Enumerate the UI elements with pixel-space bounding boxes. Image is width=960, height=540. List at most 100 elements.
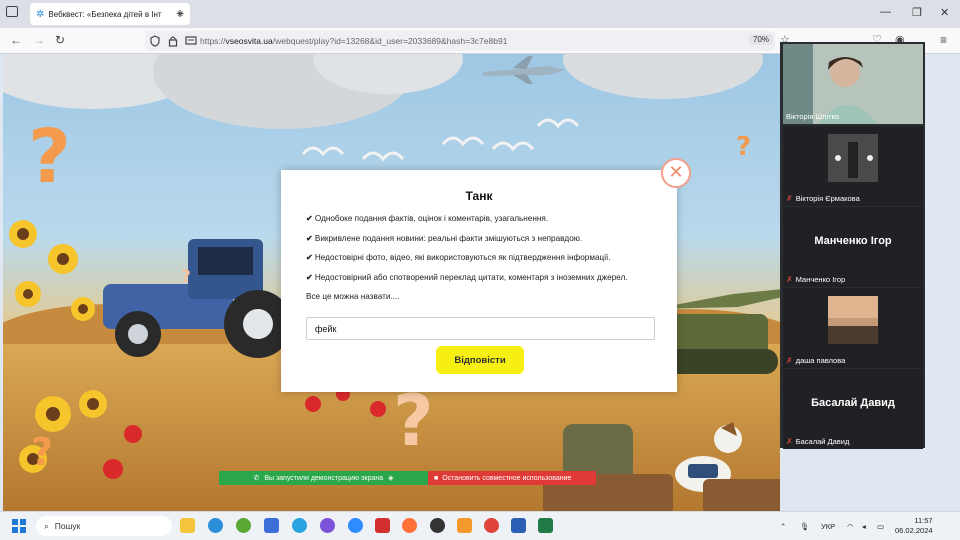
taskbar-clock[interactable]: 11:57 06.02.2024 [895, 516, 933, 536]
statement-text: Недостовірні фото, відео, які використов… [314, 253, 611, 262]
url-path: /webquest/play?id=13268&id_user=2033689&… [272, 36, 508, 46]
participant-name-text: Вікторія Єрмакова [795, 194, 860, 203]
muted-mic-icon: ✗ [786, 356, 793, 365]
participant-display-name: Манченко Ігор [814, 235, 892, 247]
checkmark-icon: ✔ [306, 233, 313, 243]
edge-icon[interactable] [208, 518, 223, 533]
windows-start-icon[interactable] [12, 519, 26, 533]
stop-sharing-button[interactable]: ■ Остановить совместное использование [428, 471, 596, 485]
close-dialog-icon[interactable]: ✕ [661, 158, 691, 188]
obs-icon[interactable] [430, 518, 445, 533]
shield-check-icon: ◈ [388, 475, 394, 482]
participant-display-name: Басалай Давид [811, 397, 895, 409]
wifi-icon[interactable]: ◠ [847, 522, 854, 531]
participant-name: ✗ Манченко Ігор [786, 275, 845, 284]
minimize-icon[interactable]: — [880, 6, 891, 18]
checkmark-icon: ✔ [306, 272, 313, 282]
app-icon[interactable] [264, 518, 279, 533]
new-tab-icon[interactable]: + [176, 5, 184, 21]
battery-icon[interactable]: ▭ [877, 522, 884, 531]
stop-icon: ■ [434, 474, 439, 482]
word-icon[interactable] [511, 518, 526, 533]
windows-taskbar: ⌕ Пошук ⌃ 🎙 УКР ◠ ◂ ▭ 11:57 06.02.2024 [0, 511, 960, 540]
microphone-icon[interactable]: 🎙 [800, 522, 810, 531]
participant-video [828, 296, 878, 344]
chrome-icon[interactable] [484, 518, 499, 533]
checkmark-icon: ✔ [306, 214, 313, 223]
app-icon[interactable] [375, 518, 390, 533]
viber-icon[interactable] [320, 518, 335, 533]
firefox-icon[interactable] [402, 518, 417, 533]
question-dialog: Танк ✔ Однобоке подання фактів, оцінок і … [281, 170, 677, 392]
zoom-level[interactable]: 70% [749, 34, 774, 45]
volume-icon[interactable]: ◂ [862, 522, 866, 531]
airplane-illustration [483, 56, 566, 84]
participant-name: ✗ даша павлова [786, 356, 845, 365]
tractor-illustration [103, 239, 292, 358]
question-mark-icon: ? [28, 114, 71, 200]
answer-input[interactable] [306, 317, 655, 340]
share-status: ✆ Вы запустили демонстрацию экрана ◈ [219, 471, 428, 485]
active-tab[interactable]: ✲ Вебквест: «Безпека дітей в Інт ✕ [30, 3, 190, 25]
submit-answer-button[interactable]: Відповісти [436, 346, 524, 374]
participant-name-text: даша павлова [795, 356, 846, 365]
address-bar[interactable]: https://vseosvita.ua/webquest/play?id=13… [145, 31, 775, 51]
zoom-app-icon[interactable] [348, 518, 363, 533]
shield-icon[interactable] [150, 35, 160, 47]
participant-tile[interactable]: Басалай Давид ✗ Басалай Давид [783, 369, 923, 449]
site-favicon-icon: ✲ [36, 8, 45, 20]
back-icon[interactable]: ← [10, 33, 22, 47]
participant-name-text: Басалай Давид [795, 437, 850, 446]
tab-list-icon[interactable] [6, 6, 18, 17]
url-prefix: https:// [200, 36, 226, 46]
muted-mic-icon: ✗ [786, 275, 793, 284]
clock-time: 11:57 [914, 516, 933, 525]
tab-title: Вебквест: «Безпека дітей в Інт [48, 9, 162, 19]
tray-chevron-icon[interactable]: ⌃ [780, 522, 786, 531]
participant-name: ✗ Басалай Давид [786, 437, 849, 446]
permissions-icon[interactable] [185, 35, 197, 47]
birds-illustration [301, 118, 580, 162]
question-mark-icon: ? [393, 380, 434, 462]
statement-item: ✔ Однобоке подання фактів, оцінок і комен… [306, 213, 666, 233]
stop-sharing-label: Остановить совместное использование [442, 474, 572, 482]
participant-name-text: Вікторія Шпітко [786, 112, 840, 121]
url-domain: vseosvita.ua [225, 36, 273, 46]
question-mark-icon: ? [736, 132, 752, 162]
language-indicator[interactable]: УКР [821, 522, 835, 531]
taskbar-search[interactable]: ⌕ Пошук [36, 516, 172, 536]
participant-name: Вікторія Шпітко [786, 112, 839, 121]
lock-icon[interactable] [168, 35, 178, 47]
statement-item: ✔ Недостовірні фото, відео, які використо… [306, 252, 666, 272]
question-mark-icon: ? [181, 267, 191, 287]
participant-tile[interactable]: Манченко Ігор ✗ Манченко Ігор [783, 207, 923, 287]
menu-icon[interactable]: ≡ [940, 33, 947, 47]
statement-list: ✔ Однобоке подання фактів, оцінок і комен… [306, 213, 666, 291]
participant-tile[interactable]: Вікторія Шпітко [783, 44, 923, 124]
search-icon: ⌕ [44, 520, 49, 531]
file-explorer-icon[interactable] [180, 518, 195, 533]
app-icon[interactable] [457, 518, 472, 533]
muted-mic-icon: ✗ [786, 194, 793, 203]
statement-item: ✔ Недостовірний або спотворений переклад … [306, 272, 666, 292]
search-label: Пошук [54, 521, 81, 531]
reload-icon[interactable]: ↻ [55, 33, 65, 47]
sunflowers-illustration [9, 220, 95, 321]
telegram-icon[interactable] [292, 518, 307, 533]
phone-icon: ✆ [253, 475, 260, 482]
cloud [563, 54, 763, 99]
close-window-icon[interactable]: ✕ [940, 6, 949, 19]
dialog-title: Танк [465, 189, 493, 203]
participant-name-text: Манченко Ігор [795, 275, 846, 284]
participant-video [828, 134, 878, 182]
participant-name: ✗ Вікторія Єрмакова [786, 194, 860, 203]
excel-icon[interactable] [538, 518, 553, 533]
statement-item: ✔ Викривлене подання новини: реальні факт… [306, 233, 666, 253]
statement-text: Однобоке подання фактів, оцінок і комент… [314, 214, 549, 223]
restore-icon[interactable]: ❐ [912, 6, 922, 19]
checkmark-icon: ✔ [306, 253, 313, 262]
forward-icon[interactable]: → [33, 33, 45, 47]
participant-tile[interactable]: ✗ Вікторія Єрмакова [783, 126, 923, 206]
participant-tile[interactable]: ✗ даша павлова [783, 288, 923, 368]
app-icon[interactable] [236, 518, 251, 533]
